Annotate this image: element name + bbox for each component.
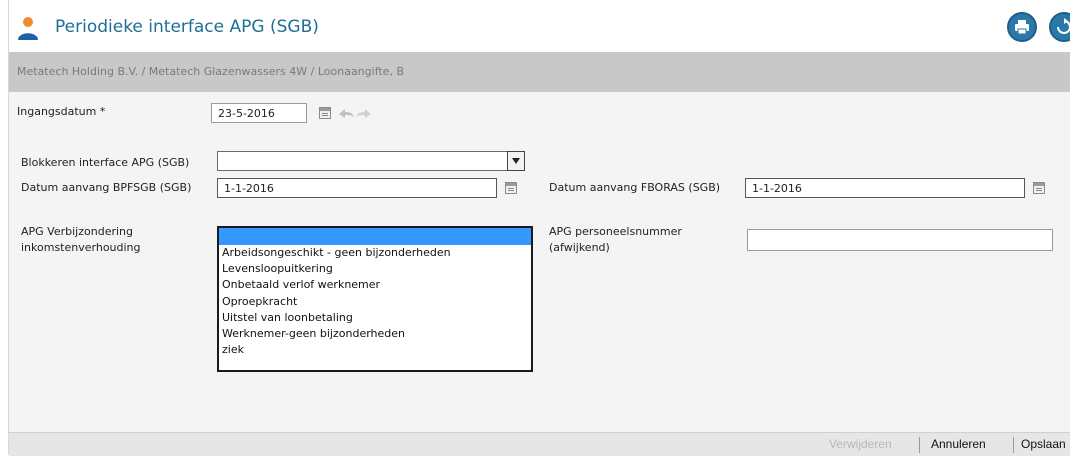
refresh-icon bbox=[1057, 18, 1070, 34]
dropdown-option[interactable]: Werknemer-geen bijzonderheden bbox=[219, 326, 531, 342]
calendar-icon[interactable] bbox=[1033, 182, 1045, 194]
personeelsnummer-label-line1: APG personeelsnummer bbox=[549, 225, 682, 238]
title-bar: Periodieke interface APG (SGB) bbox=[9, 0, 1070, 52]
undo-redo-icon[interactable] bbox=[337, 106, 373, 120]
bpfsgb-label: Datum aanvang BPFSGB (SGB) bbox=[21, 181, 192, 194]
fboras-field[interactable]: 1-1-2016 bbox=[745, 178, 1025, 198]
verbijzondering-dropdown-list[interactable]: Arbeidsongeschikt - geen bijzonderheden … bbox=[217, 226, 533, 372]
print-icon bbox=[1015, 20, 1029, 35]
verwijderen-button[interactable]: Verwijderen bbox=[829, 437, 892, 451]
dropdown-option[interactable]: ziek bbox=[219, 342, 531, 358]
breadcrumb: Metatech Holding B.V. / Metatech Glazenw… bbox=[17, 65, 404, 78]
dropdown-option[interactable]: Arbeidsongeschikt - geen bijzonderheden bbox=[219, 245, 531, 261]
refresh-button[interactable] bbox=[1049, 12, 1070, 42]
blokkeren-select[interactable] bbox=[217, 151, 525, 171]
page-title: Periodieke interface APG (SGB) bbox=[55, 17, 319, 37]
window: Periodieke interface APG (SGB) Metatech … bbox=[8, 0, 1070, 456]
bpfsgb-field[interactable]: 1-1-2016 bbox=[217, 178, 497, 198]
dropdown-option[interactable]: Uitstel van loonbetaling bbox=[219, 310, 531, 326]
fboras-label: Datum aanvang FBORAS (SGB) bbox=[549, 181, 721, 194]
opslaan-button[interactable]: Opslaan bbox=[1021, 437, 1066, 451]
divider bbox=[1013, 437, 1014, 453]
chevron-down-icon[interactable] bbox=[507, 151, 525, 171]
personeelsnummer-field[interactable] bbox=[747, 229, 1053, 251]
personeelsnummer-label-line2: (afwijkend) bbox=[549, 241, 610, 254]
person-icon bbox=[18, 17, 38, 40]
verbijzondering-label-line2: inkomstenverhouding bbox=[21, 241, 141, 254]
dropdown-selected-option[interactable] bbox=[219, 228, 531, 245]
print-button[interactable] bbox=[1007, 12, 1037, 42]
dropdown-option[interactable]: Oproepkracht bbox=[219, 294, 531, 310]
dropdown-option[interactable]: Onbetaald verlof werknemer bbox=[219, 277, 531, 293]
annuleren-button[interactable]: Annuleren bbox=[931, 437, 986, 451]
ingangsdatum-field[interactable]: 23-5-2016 bbox=[211, 103, 307, 123]
footer-bar: Verwijderen Annuleren Opslaan bbox=[9, 432, 1070, 456]
divider bbox=[919, 437, 920, 453]
calendar-icon[interactable] bbox=[319, 107, 331, 119]
breadcrumb-bar: Metatech Holding B.V. / Metatech Glazenw… bbox=[9, 52, 1070, 92]
ingangsdatum-label: Ingangsdatum * bbox=[17, 105, 106, 118]
blokkeren-label: Blokkeren interface APG (SGB) bbox=[21, 156, 190, 169]
verbijzondering-label-line1: APG Verbijzondering bbox=[21, 225, 133, 238]
calendar-icon[interactable] bbox=[505, 182, 517, 194]
dropdown-option[interactable]: Levensloopuitkering bbox=[219, 261, 531, 277]
